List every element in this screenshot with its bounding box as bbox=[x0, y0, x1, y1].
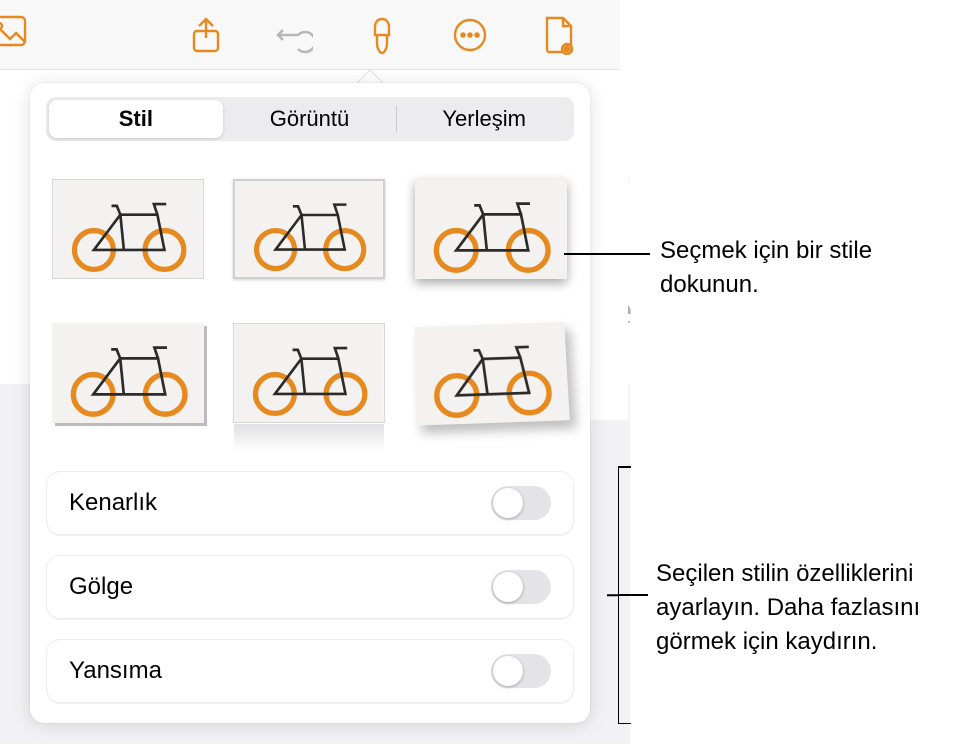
tab-label: Stil bbox=[119, 106, 153, 132]
option-label: Yansıma bbox=[69, 657, 162, 685]
option-row-shadow[interactable]: Gölge bbox=[46, 555, 574, 619]
segmented-control: Stil Görüntü Yerleşim bbox=[46, 97, 574, 141]
style-options-list: Kenarlık Gölge Yansıma bbox=[46, 471, 574, 723]
brush-icon[interactable] bbox=[360, 13, 404, 57]
reflection-toggle[interactable] bbox=[491, 654, 551, 688]
callout-bottom: Seçilen stilin özelliklerini ayarlayın. … bbox=[656, 557, 956, 659]
document-icon[interactable] bbox=[536, 13, 580, 57]
callout-text: Seçmek için bir stile dokunun. bbox=[660, 237, 872, 298]
toolbar bbox=[0, 0, 620, 70]
tab-style[interactable]: Stil bbox=[49, 100, 223, 138]
style-thumb-reflection[interactable] bbox=[233, 323, 385, 423]
style-thumb-framed[interactable] bbox=[233, 179, 385, 279]
style-thumb-plain[interactable] bbox=[52, 179, 204, 279]
tab-image[interactable]: Görüntü bbox=[223, 100, 397, 138]
undo-icon[interactable] bbox=[272, 13, 316, 57]
tab-label: Yerleşim bbox=[442, 106, 526, 132]
option-row-border[interactable]: Kenarlık bbox=[46, 471, 574, 535]
style-thumbnail-grid bbox=[46, 179, 574, 423]
callout-top: Seçmek için bir stile dokunun. bbox=[660, 234, 940, 302]
option-row-reflection[interactable]: Yansıma bbox=[46, 639, 574, 703]
more-icon[interactable] bbox=[448, 13, 492, 57]
callout-text: Seçilen stilin özelliklerini ayarlayın. … bbox=[656, 560, 920, 655]
share-icon[interactable] bbox=[184, 13, 228, 57]
right-fade bbox=[588, 70, 628, 420]
shadow-toggle[interactable] bbox=[491, 570, 551, 604]
option-label: Kenarlık bbox=[69, 489, 157, 517]
tab-arrange[interactable]: Yerleşim bbox=[397, 100, 571, 138]
callout-line-top bbox=[564, 253, 650, 255]
border-toggle[interactable] bbox=[491, 486, 551, 520]
option-label: Gölge bbox=[69, 573, 133, 601]
style-thumb-drop-shadow[interactable] bbox=[415, 179, 567, 279]
format-popover: Stil Görüntü Yerleşim bbox=[30, 83, 590, 723]
media-icon[interactable] bbox=[0, 14, 28, 48]
tab-label: Görüntü bbox=[270, 106, 350, 132]
style-thumb-tilt[interactable] bbox=[414, 322, 569, 426]
callout-line-bottom bbox=[618, 594, 648, 596]
style-thumb-hard-shadow[interactable] bbox=[52, 323, 204, 423]
popover-arrow bbox=[356, 70, 384, 84]
